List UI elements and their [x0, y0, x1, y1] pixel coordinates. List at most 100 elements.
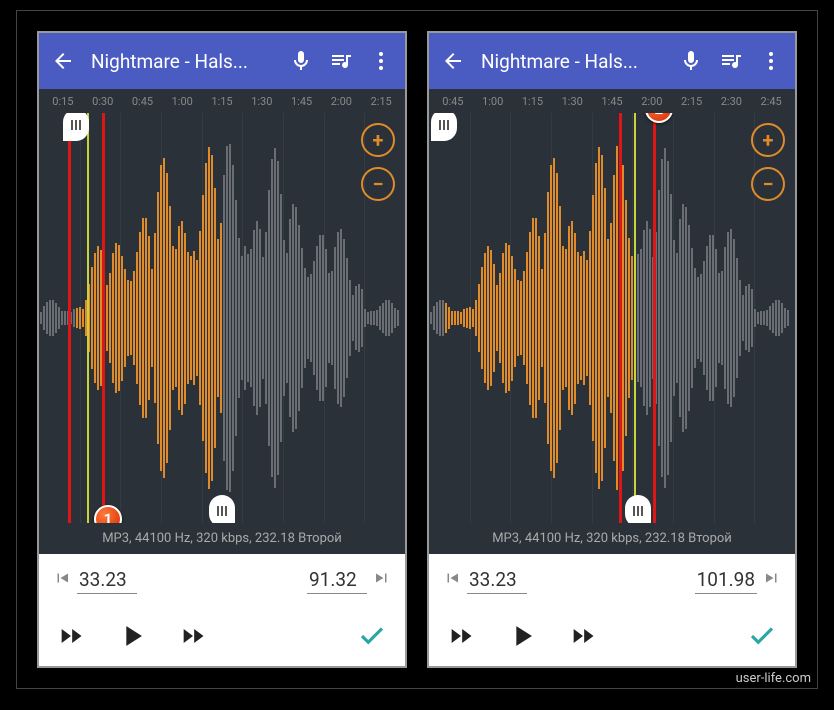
- timeline-tick: 2:30: [711, 95, 751, 108]
- waveform-bar: [490, 250, 492, 386]
- start-marker[interactable]: [431, 113, 457, 141]
- waveform-bar: [595, 163, 597, 474]
- more-vert-icon[interactable]: [759, 49, 783, 73]
- waveform-bar: [259, 229, 261, 406]
- confirm-button[interactable]: [747, 621, 777, 651]
- zoom-out-button[interactable]: −: [361, 167, 395, 201]
- waveform-bar: [448, 307, 450, 329]
- rewind-button[interactable]: [447, 622, 475, 650]
- more-vert-icon[interactable]: [369, 49, 393, 73]
- timeline-tick: 0:30: [83, 95, 123, 108]
- waveform-bar: [250, 249, 252, 386]
- waveform-bar: [721, 271, 723, 364]
- skip-start-icon[interactable]: [443, 569, 461, 592]
- skip-end-icon[interactable]: [373, 569, 391, 592]
- forward-button[interactable]: [569, 622, 597, 650]
- waveform-bar: [229, 144, 231, 492]
- rewind-button[interactable]: [57, 622, 85, 650]
- waveform-bar: [379, 306, 381, 329]
- waveform-bar: [730, 229, 732, 406]
- play-button[interactable]: [505, 619, 539, 653]
- waveform-bar: [712, 235, 714, 401]
- waveform-bar: [334, 247, 336, 389]
- waveform-bar: [313, 261, 315, 375]
- waveform-bar: [304, 268, 306, 369]
- waveform-bar: [511, 256, 513, 381]
- play-button[interactable]: [115, 619, 149, 653]
- timeline-tick: 0:45: [433, 95, 473, 108]
- waveform-area[interactable]: +−2: [429, 113, 795, 523]
- start-time-value[interactable]: 33.23: [467, 566, 527, 594]
- waveform-bar: [523, 271, 525, 366]
- waveform-bar: [487, 246, 489, 390]
- zoom-out-button[interactable]: −: [751, 167, 785, 201]
- waveform-bar: [199, 231, 201, 404]
- waveform-bar: [280, 194, 282, 441]
- start-time-field[interactable]: 33.23: [443, 566, 527, 594]
- waveform-bar: [574, 233, 576, 404]
- end-marker[interactable]: [209, 495, 235, 523]
- forward-button[interactable]: [179, 622, 207, 650]
- end-time-value[interactable]: 91.32: [307, 566, 367, 594]
- skip-start-icon[interactable]: [53, 569, 71, 592]
- waveform-bar: [352, 295, 354, 341]
- queue-music-icon[interactable]: [329, 49, 353, 73]
- waveform-bar: [355, 286, 357, 351]
- waveform-bar: [472, 309, 474, 327]
- waveform-bar: [565, 249, 567, 386]
- waveform-bar: [493, 264, 495, 372]
- waveform-bar: [142, 218, 144, 419]
- waveform-bar: [277, 161, 279, 475]
- waveform-bar: [556, 173, 558, 462]
- waveform-bar: [781, 303, 783, 333]
- waveform-bar: [526, 252, 528, 384]
- app-title: Nightmare - Hals...: [91, 50, 273, 73]
- waveform-bar: [439, 300, 441, 337]
- waveform-area[interactable]: +−1: [39, 113, 405, 523]
- waveform-bar: [778, 300, 780, 336]
- waveform-bar: [244, 246, 246, 390]
- queue-music-icon[interactable]: [719, 49, 743, 73]
- waveform-bar: [373, 311, 375, 324]
- mic-icon[interactable]: [679, 49, 703, 73]
- waveform-bar: [163, 158, 165, 478]
- file-meta: MP3, 44100 Hz, 320 kbps, 232.18 Второй: [39, 523, 405, 554]
- waveform-bar: [745, 286, 747, 351]
- end-marker[interactable]: [625, 495, 651, 523]
- waveform-bar: [679, 219, 681, 416]
- waveform-bar: [226, 146, 228, 489]
- start-time-value[interactable]: 33.23: [77, 566, 137, 594]
- waveform-bar: [598, 147, 600, 489]
- zoom-in-button[interactable]: +: [751, 123, 785, 157]
- playback-controls: [39, 606, 405, 666]
- waveform-bar: [202, 195, 204, 441]
- timeline-tick: 0:45: [123, 95, 163, 108]
- zoom-in-button[interactable]: +: [361, 123, 395, 157]
- waveform-bar: [436, 302, 438, 335]
- waveform-bar: [601, 155, 603, 481]
- waveform-bar: [457, 311, 459, 326]
- end-time-field[interactable]: 91.32: [307, 566, 391, 594]
- confirm-button[interactable]: [357, 621, 387, 651]
- waveform-bar: [151, 269, 153, 367]
- waveform-bar: [577, 252, 579, 384]
- waveform-bar: [370, 311, 372, 325]
- end-time-field[interactable]: 101.98: [695, 566, 781, 594]
- waveform-bar: [763, 311, 765, 324]
- waveform-bar: [286, 253, 288, 383]
- timeline-tick: 1:30: [552, 95, 592, 108]
- start-marker[interactable]: [63, 113, 89, 141]
- back-icon[interactable]: [51, 49, 75, 73]
- back-icon[interactable]: [441, 49, 465, 73]
- waveform-bar: [442, 300, 444, 335]
- skip-end-icon[interactable]: [763, 569, 781, 592]
- end-time-value[interactable]: 101.98: [695, 566, 757, 594]
- waveform-bar: [196, 260, 198, 375]
- waveform-bar: [658, 190, 660, 445]
- start-time-field[interactable]: 33.23: [53, 566, 137, 594]
- mic-icon[interactable]: [289, 49, 313, 73]
- waveform-bar: [445, 303, 447, 333]
- waveform-bar: [157, 192, 159, 443]
- waveform-bar: [298, 225, 300, 411]
- waveform-bar: [382, 303, 384, 334]
